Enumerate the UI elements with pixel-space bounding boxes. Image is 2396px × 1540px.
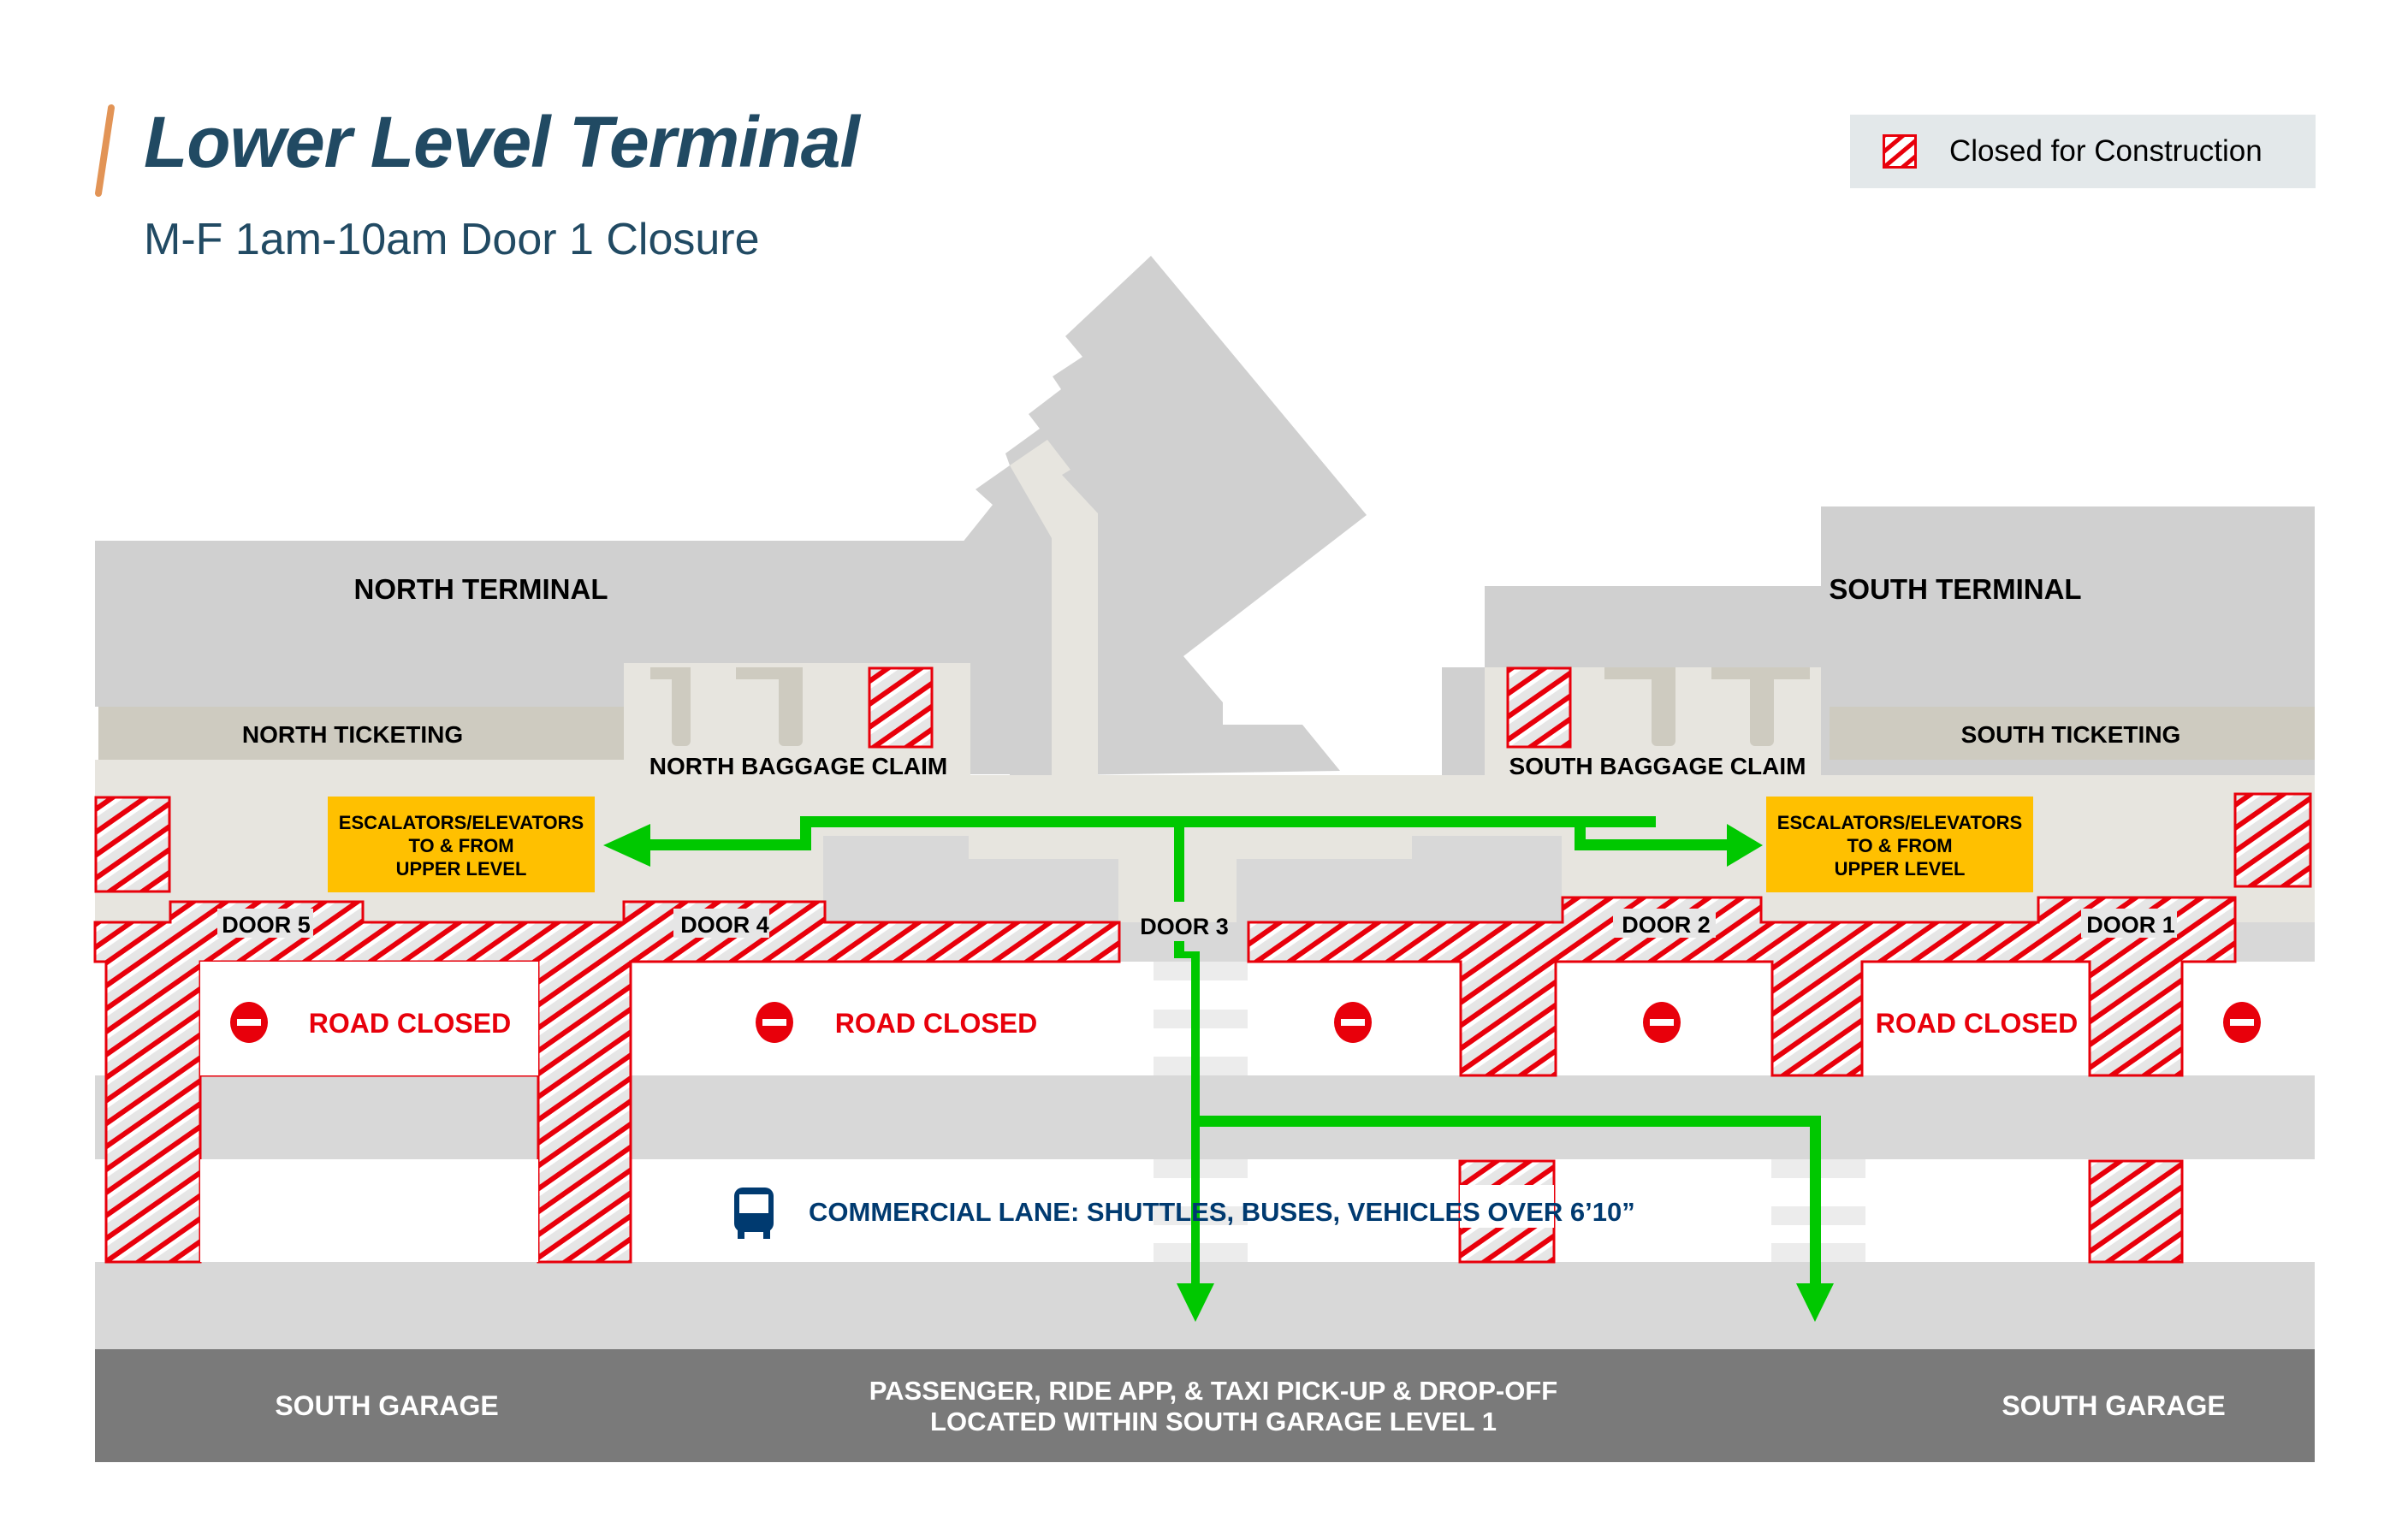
- commercial-lane-label: COMMERCIAL LANE: SHUTTLES, BUSES, VEHICL…: [809, 1197, 1635, 1227]
- escalator-south-line2: TO & FROM: [1847, 835, 1952, 856]
- north-wall: [970, 663, 1047, 774]
- north-carousel-1-top: [650, 667, 691, 679]
- gray-block-1: [823, 836, 969, 922]
- south-baggage-label: SOUTH BAGGAGE CLAIM: [1509, 753, 1806, 779]
- door-4-label: DOOR 4: [680, 912, 769, 938]
- closed-area-north-end: [94, 796, 171, 893]
- pickup-info-line1: PASSENGER, RIDE APP, & TAXI PICK-UP & DR…: [869, 1376, 1557, 1406]
- south-garage-left-label: SOUTH GARAGE: [275, 1390, 498, 1421]
- escalator-north-line2: TO & FROM: [408, 835, 513, 856]
- closed-area-lane-door1: [2088, 1159, 2184, 1264]
- escalator-south-line3: UPPER LEVEL: [1835, 858, 1966, 880]
- gray-block-3: [1237, 859, 1412, 922]
- south-terminal-label: SOUTH TERMINAL: [1829, 573, 2081, 605]
- sidewalk: [95, 1262, 2315, 1349]
- south-garage-right-label: SOUTH GARAGE: [2002, 1390, 2225, 1421]
- lane-box-north: [200, 1159, 538, 1262]
- road-closed-label-2: ROAD CLOSED: [835, 1008, 1037, 1039]
- closed-area-south-end: [2233, 792, 2312, 888]
- south-carousel-1-top: [1604, 667, 1675, 679]
- road-closed-label-3: ROAD CLOSED: [1876, 1008, 2078, 1039]
- terminal-map: NORTH TERMINAL SOUTH TERMINAL NORTH TICK…: [93, 104, 2315, 1462]
- gray-block-4: [1412, 836, 1562, 922]
- south-wall: [1442, 667, 1485, 779]
- escalator-south-line1: ESCALATORS/ELEVATORS: [1777, 812, 2022, 833]
- escalator-north-line1: ESCALATORS/ELEVATORS: [339, 812, 584, 833]
- do-not-enter-icon: [1643, 1002, 1681, 1043]
- north-carousel-2-top: [736, 667, 803, 679]
- do-not-enter-icon: [756, 1002, 793, 1043]
- escalator-north-line3: UPPER LEVEL: [396, 858, 527, 880]
- road-closed-label-1: ROAD CLOSED: [309, 1008, 511, 1039]
- south-carousel-2-top: [1711, 667, 1810, 679]
- do-not-enter-icon: [230, 1002, 268, 1043]
- south-ticketing-label: SOUTH TICKETING: [1961, 721, 2181, 748]
- closed-area-north-baggage: [868, 666, 934, 749]
- do-not-enter-icon: [1334, 1002, 1372, 1043]
- gray-block-2: [969, 859, 1118, 922]
- accent-slash: [95, 104, 115, 197]
- pickup-info-line2: LOCATED WITHIN SOUTH GARAGE LEVEL 1: [930, 1407, 1497, 1436]
- north-terminal-label: NORTH TERMINAL: [354, 573, 608, 605]
- corridor-edge: [95, 760, 624, 775]
- door-3-label: DOOR 3: [1140, 914, 1229, 939]
- door-5-label: DOOR 5: [222, 912, 311, 938]
- closed-area-south-baggage: [1506, 666, 1572, 749]
- do-not-enter-icon: [2223, 1002, 2261, 1043]
- north-baggage-label: NORTH BAGGAGE CLAIM: [649, 753, 947, 779]
- door-2-label: DOOR 2: [1622, 912, 1711, 938]
- door-1-label: DOOR 1: [2086, 912, 2175, 938]
- north-ticketing-label: NORTH TICKETING: [242, 721, 463, 748]
- bus-icon: [734, 1188, 774, 1239]
